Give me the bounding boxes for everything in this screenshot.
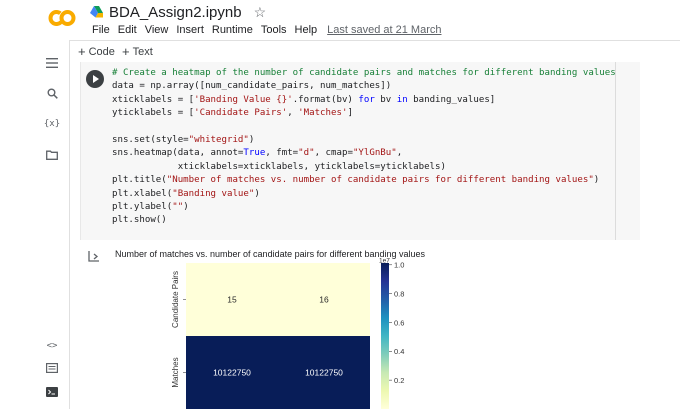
plus-icon: + bbox=[78, 44, 86, 59]
code-token: "whitegrid" bbox=[188, 135, 249, 146]
menu-runtime[interactable]: Runtime bbox=[208, 23, 257, 37]
code-editor[interactable]: # Create a heatmap of the number of cand… bbox=[112, 67, 616, 228]
code-token: ) bbox=[254, 188, 260, 199]
code-line: yticklabels = ['Candidate Pairs', 'Match… bbox=[112, 107, 616, 120]
code-token: True bbox=[243, 148, 266, 159]
plus-icon: + bbox=[122, 44, 130, 59]
colorbar-tick-label: 0.6 bbox=[394, 318, 404, 327]
heatmap-annotation: 10122750 bbox=[305, 368, 343, 378]
code-token: plt.show() bbox=[112, 215, 167, 226]
colorbar-tick-label: 1.0 bbox=[394, 261, 404, 270]
colorbar bbox=[381, 263, 389, 409]
code-line: sns.set(style="whitegrid") bbox=[112, 134, 616, 147]
y-tick-label: Candidate Pairs bbox=[171, 271, 180, 328]
heatmap-annotation: 15 bbox=[227, 295, 237, 305]
code-line: data = np.array([num_candidate_pairs, nu… bbox=[112, 80, 616, 93]
code-token: "Banding value" bbox=[172, 188, 255, 199]
code-token: , fmt= bbox=[265, 148, 299, 159]
code-token: , bbox=[396, 148, 403, 159]
code-token: ) bbox=[593, 175, 600, 186]
add-code-button[interactable]: + Code bbox=[78, 44, 115, 59]
menu-file[interactable]: File bbox=[88, 23, 114, 37]
last-saved-link[interactable]: Last saved at 21 March bbox=[323, 23, 445, 37]
menu-bar: File Edit View Insert Runtime Tools Help… bbox=[88, 23, 446, 37]
code-token: data = np.array([num_candidate_pairs, nu… bbox=[112, 81, 392, 92]
code-token: 'Matches' bbox=[298, 108, 348, 119]
code-token: bv bbox=[374, 94, 397, 105]
code-token: sns.set(style= bbox=[112, 135, 189, 146]
code-token: xticklabels = [ bbox=[112, 94, 195, 105]
code-token: , bbox=[287, 108, 299, 119]
code-token: "" bbox=[172, 202, 184, 213]
code-token: sns.heatmap(data, annot= bbox=[112, 148, 244, 159]
code-token: .format(bv) bbox=[292, 94, 359, 105]
code-line: # Create a heatmap of the number of cand… bbox=[112, 67, 616, 80]
left-rail: {x} <> bbox=[0, 40, 70, 409]
output-clear-icon[interactable] bbox=[88, 250, 100, 262]
drive-icon[interactable] bbox=[90, 6, 103, 18]
title-row: BDA_Assign2.ipynb ☆ bbox=[90, 3, 266, 21]
menu-insert[interactable]: Insert bbox=[172, 23, 208, 37]
colorbar-tick-label: 0.2 bbox=[394, 376, 404, 385]
code-line: plt.xlabel("Banding value") bbox=[112, 188, 616, 201]
add-text-button[interactable]: + Text bbox=[122, 44, 153, 59]
code-token: "Number of matches vs. number of candida… bbox=[166, 175, 594, 186]
code-token: xticklabels=xticklabels, yticklabels=yti… bbox=[112, 161, 446, 172]
heatmap-chart: 15 16 10122750 10122750 Candidate Pairs Match… bbox=[171, 258, 404, 409]
code-token: ) bbox=[183, 202, 189, 213]
code-token: , cmap= bbox=[314, 148, 353, 159]
header-divider bbox=[70, 40, 680, 41]
code-token: plt.title( bbox=[112, 175, 167, 186]
code-line: plt.title("Number of matches vs. number … bbox=[112, 174, 616, 187]
code-token: 'Candidate Pairs' bbox=[194, 108, 288, 119]
code-token: "YlGnBu" bbox=[352, 148, 397, 159]
menu-edit[interactable]: Edit bbox=[114, 23, 141, 37]
heatmap-annotation: 10122750 bbox=[213, 368, 251, 378]
code-token: in bbox=[396, 94, 408, 105]
code-token: # Create a heatmap of the number of cand… bbox=[112, 68, 616, 78]
code-token: plt.ylabel( bbox=[112, 202, 173, 213]
code-line: xticklabels=xticklabels, yticklabels=yti… bbox=[112, 161, 616, 174]
y-tick-label: Matches bbox=[171, 357, 180, 387]
code-cell[interactable]: # Create a heatmap of the number of cand… bbox=[80, 62, 640, 240]
menu-view[interactable]: View bbox=[141, 23, 173, 37]
star-icon[interactable]: ☆ bbox=[254, 4, 267, 21]
cell-ruler bbox=[615, 62, 616, 240]
code-line: xticklabels = ['Banding Value {}'.format… bbox=[112, 94, 616, 107]
terminal-icon[interactable] bbox=[44, 384, 60, 400]
colab-logo[interactable] bbox=[48, 8, 76, 28]
heatmap-annotation: 16 bbox=[319, 295, 329, 305]
code-token: "d" bbox=[298, 148, 315, 159]
code-line: sns.heatmap(data, annot=True, fmt="d", c… bbox=[112, 147, 616, 160]
code-token: 'Banding Value {}' bbox=[194, 94, 293, 105]
variables-icon[interactable]: {x} bbox=[44, 116, 60, 132]
colorbar-multiplier: 1e7 bbox=[379, 258, 390, 265]
code-token: ] bbox=[347, 108, 353, 119]
notebook-title[interactable]: BDA_Assign2.ipynb bbox=[109, 4, 242, 21]
table-of-contents-icon[interactable] bbox=[44, 55, 60, 71]
code-token: for bbox=[358, 94, 375, 105]
add-code-label: Code bbox=[88, 46, 115, 58]
add-text-label: Text bbox=[132, 46, 153, 58]
colorbar-tick-label: 0.4 bbox=[394, 347, 404, 356]
code-token: yticklabels = [ bbox=[112, 108, 195, 119]
menu-help[interactable]: Help bbox=[291, 23, 322, 37]
command-palette-icon[interactable] bbox=[44, 360, 60, 376]
code-snippets-icon[interactable]: <> bbox=[44, 338, 60, 354]
search-icon[interactable] bbox=[44, 85, 60, 101]
run-cell-icon[interactable] bbox=[86, 70, 104, 88]
code-token: plt.xlabel( bbox=[112, 188, 173, 199]
code-token: ) bbox=[248, 135, 255, 146]
colorbar-tick-label: 0.8 bbox=[394, 289, 404, 298]
app-header: BDA_Assign2.ipynb ☆ File Edit View Inser… bbox=[0, 0, 680, 40]
code-line: plt.show() bbox=[112, 214, 616, 227]
menu-tools[interactable]: Tools bbox=[257, 23, 291, 37]
files-icon[interactable] bbox=[44, 147, 60, 163]
code-line: plt.ylabel("") bbox=[112, 201, 616, 214]
code-token: banding_values] bbox=[407, 94, 496, 105]
